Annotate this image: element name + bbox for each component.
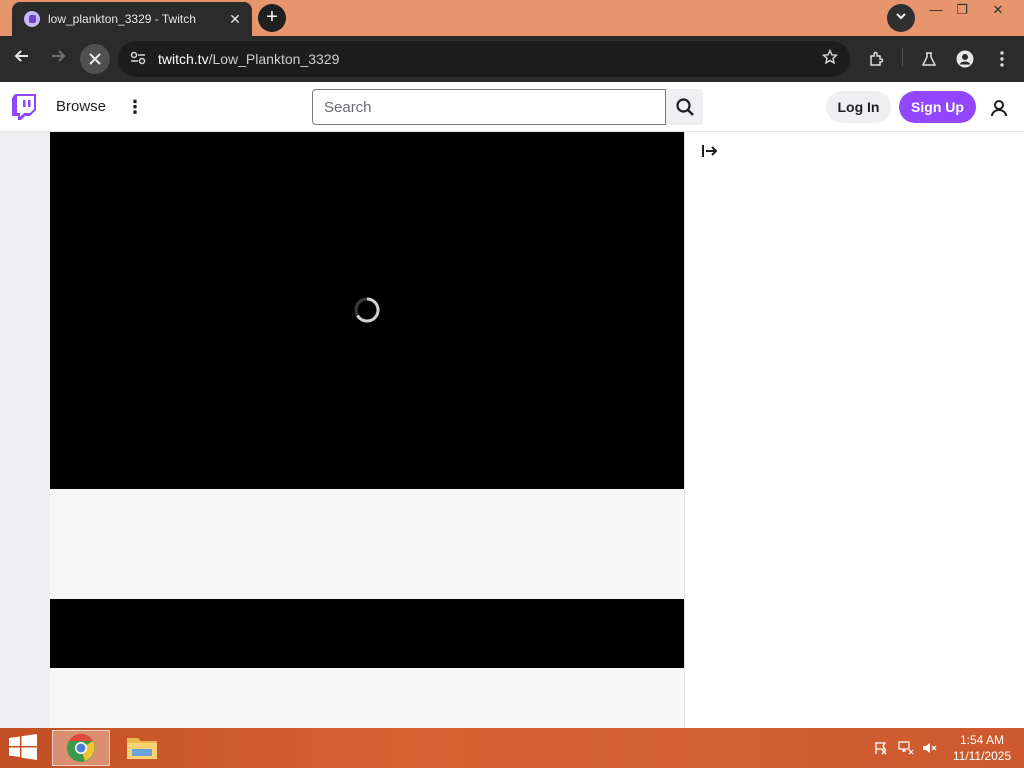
profile-icon[interactable] bbox=[951, 45, 979, 73]
browser-toolbar: twitch.tv/Low_Plankton_3329 bbox=[0, 36, 1024, 82]
collapse-chat-icon[interactable] bbox=[701, 144, 721, 162]
tab-search-button[interactable] bbox=[887, 4, 915, 32]
labs-flask-icon[interactable] bbox=[915, 45, 943, 73]
login-button[interactable]: Log In bbox=[826, 91, 891, 123]
chat-panel bbox=[684, 132, 1024, 728]
arrow-right-icon bbox=[52, 50, 66, 62]
url-path: /Low_Plankton_3329 bbox=[208, 51, 340, 67]
toolbar-separator bbox=[902, 48, 903, 66]
menu-kebab-icon[interactable] bbox=[988, 45, 1016, 73]
browser-tab[interactable]: low_plankton_3329 - Twitch ✕ bbox=[12, 2, 252, 36]
arrow-left-icon bbox=[14, 50, 28, 62]
stop-loading-button[interactable] bbox=[80, 44, 110, 74]
browse-link[interactable]: Browse bbox=[56, 98, 106, 115]
chrome-icon bbox=[67, 734, 95, 762]
back-button[interactable] bbox=[8, 45, 36, 73]
channel-info-area bbox=[50, 489, 684, 599]
more-options-icon[interactable]: ⋮ bbox=[126, 96, 144, 118]
start-button-windows-icon[interactable] bbox=[8, 734, 38, 762]
chrome-taskbar-app[interactable] bbox=[52, 730, 110, 766]
loading-spinner-icon bbox=[353, 296, 381, 324]
new-tab-button[interactable]: + bbox=[258, 4, 286, 32]
signup-button[interactable]: Sign Up bbox=[899, 91, 976, 123]
search-button[interactable] bbox=[666, 89, 703, 125]
file-explorer-taskbar-app[interactable] bbox=[114, 730, 172, 766]
volume-muted-icon[interactable] bbox=[922, 741, 938, 755]
close-window-button[interactable]: ✕ bbox=[983, 0, 1013, 20]
folder-icon bbox=[127, 738, 157, 759]
video-player[interactable] bbox=[50, 132, 684, 489]
twitch-favicon-icon bbox=[24, 11, 40, 27]
search-input[interactable] bbox=[312, 89, 666, 125]
restore-button[interactable]: ❐ bbox=[947, 0, 977, 20]
close-icon bbox=[89, 53, 101, 65]
left-sidebar-collapsed bbox=[0, 132, 50, 728]
site-info-icon[interactable] bbox=[130, 51, 148, 68]
forward-button[interactable] bbox=[44, 45, 72, 73]
action-center-flag-icon[interactable] bbox=[873, 741, 889, 755]
extensions-icon[interactable] bbox=[862, 45, 890, 73]
tab-close-icon[interactable]: ✕ bbox=[226, 11, 244, 28]
url-domain: twitch.tv bbox=[158, 51, 209, 67]
url-text: twitch.tv/Low_Plankton_3329 bbox=[158, 51, 822, 67]
bookmark-star-icon[interactable] bbox=[821, 48, 839, 70]
search-icon bbox=[675, 98, 694, 116]
twitch-top-nav: Browse ⋮ Log In Sign Up bbox=[0, 82, 1024, 132]
channel-info-area-lower bbox=[50, 668, 684, 728]
windows-taskbar: 1:54 AM 11/11/2025 bbox=[0, 728, 1024, 768]
network-icon[interactable] bbox=[898, 741, 914, 755]
system-clock[interactable]: 1:54 AM 11/11/2025 bbox=[944, 732, 1020, 764]
twitch-logo-icon[interactable] bbox=[12, 94, 36, 120]
chevron-down-icon bbox=[896, 13, 906, 20]
content-placeholder-strip bbox=[50, 599, 684, 668]
clock-time: 1:54 AM bbox=[959, 733, 1005, 747]
tab-title: low_plankton_3329 - Twitch bbox=[48, 12, 196, 26]
address-bar[interactable]: twitch.tv/Low_Plankton_3329 bbox=[118, 41, 850, 77]
browser-tab-strip: low_plankton_3329 - Twitch ✕ + — ❐ ✕ bbox=[0, 0, 1024, 36]
user-menu-icon[interactable] bbox=[986, 95, 1012, 121]
clock-date: 11/11/2025 bbox=[952, 749, 1012, 763]
